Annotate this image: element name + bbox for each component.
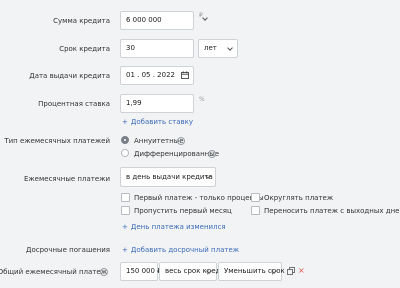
total-action-select[interactable]: Уменьшить срок (218, 262, 285, 281)
add-early-payment-link[interactable]: + Добавить досрочный платеж (122, 246, 239, 254)
checkbox-interest-only-label: Первый платеж - только проценты (134, 194, 264, 202)
plus-icon: + (122, 223, 128, 231)
radio-annuity[interactable] (121, 136, 129, 144)
rate-unit: % (199, 96, 205, 103)
add-rate-link[interactable]: + Добавить ставку (122, 118, 193, 126)
payday-changed-link[interactable]: + День платежа изменился (122, 223, 226, 231)
checkbox-skip-first-month[interactable] (121, 206, 130, 215)
amount-input[interactable]: 6 000 000 (120, 11, 194, 30)
early-repayments-label: Досрочные погашения (26, 246, 110, 254)
monthly-payments-label: Ежемесячные платежи (23, 175, 110, 183)
checkbox-round-payment-label: Округлять платеж (264, 194, 334, 202)
info-icon[interactable]: i (208, 150, 216, 158)
term-label: Срок кредита (59, 45, 110, 53)
rate-input[interactable]: 1,99 (120, 94, 194, 113)
remove-icon[interactable]: × (298, 266, 305, 275)
total-amount-input[interactable]: 150 000 ₽ (120, 262, 162, 281)
monthly-payments-select[interactable]: в день выдачи кредита (120, 167, 216, 187)
checkbox-move-weekend[interactable] (251, 206, 260, 215)
calendar-icon[interactable] (181, 71, 189, 79)
total-payment-label: Общий ежемесячный платеж (0, 268, 107, 276)
date-label: Дата выдачи кредита (29, 72, 110, 80)
term-unit-select[interactable]: лет (198, 39, 238, 58)
checkbox-interest-only[interactable] (121, 193, 130, 202)
plus-icon: + (122, 246, 128, 254)
rate-label: Процентная ставка (38, 100, 110, 108)
plus-icon: + (122, 118, 128, 126)
checkbox-skip-first-month-label: Пропустить первый месяц (134, 207, 232, 215)
checkbox-move-weekend-label: Переносить платеж с выходных дней (264, 207, 400, 215)
radio-differentiated-label: Дифференцированные (134, 150, 220, 158)
info-icon[interactable]: i (100, 268, 108, 276)
amount-label: Сумма кредита (53, 17, 110, 25)
total-term-select[interactable]: весь срок кредита (159, 262, 233, 281)
currency-dropdown-icon[interactable] (204, 10, 212, 18)
info-icon[interactable]: i (177, 137, 185, 145)
radio-differentiated[interactable] (121, 149, 129, 157)
term-input[interactable]: 30 (120, 39, 194, 58)
copy-icon[interactable] (287, 267, 295, 275)
checkbox-round-payment[interactable] (251, 193, 260, 202)
payment-type-label: Тип ежемесячных платежей (4, 137, 110, 145)
